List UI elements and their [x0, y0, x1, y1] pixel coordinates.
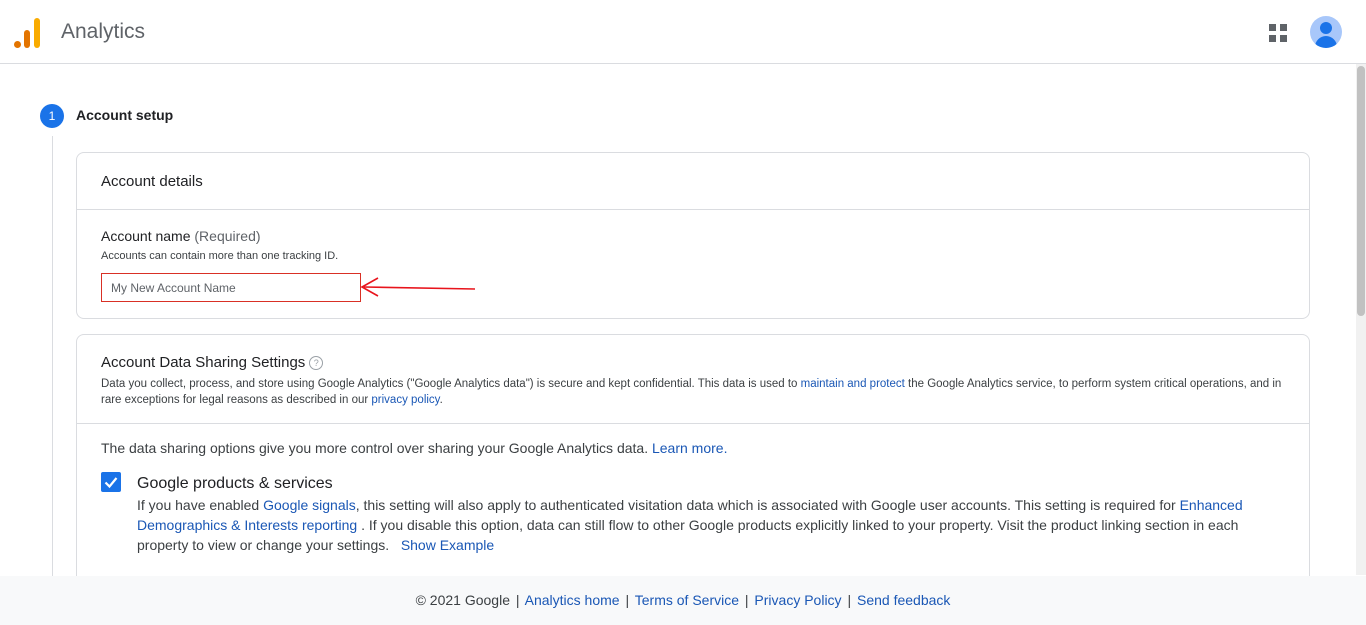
google-products-option-description: If you have enabled Google signals, this…	[137, 495, 1267, 555]
footer-separator: |	[625, 592, 630, 608]
data-sharing-title-text: Account Data Sharing Settings	[101, 354, 306, 371]
checkmark-icon	[104, 477, 118, 489]
required-marker: (Required)	[194, 228, 261, 244]
page-scrollbar[interactable]	[1356, 64, 1366, 575]
annotation-arrow-icon	[360, 277, 476, 297]
footer-separator: |	[744, 592, 749, 608]
footer-privacy-link[interactable]: Privacy Policy	[754, 592, 841, 608]
top-app-bar: Analytics	[0, 0, 1366, 64]
learn-more-link[interactable]: Learn more.	[652, 440, 727, 456]
maintain-protect-link[interactable]: maintain and protect	[801, 378, 905, 390]
footer-copyright: © 2021 Google	[415, 592, 510, 608]
data-sharing-title: Account Data Sharing Settings?	[101, 354, 324, 371]
data-sharing-description: Data you collect, process, and store usi…	[101, 376, 1291, 408]
show-example-link[interactable]: Show Example	[401, 537, 494, 553]
account-details-title: Account details	[77, 153, 1309, 210]
analytics-logo-icon[interactable]	[14, 16, 42, 48]
page-footer: © 2021 Google | Analytics home | Terms o…	[0, 576, 1366, 625]
footer-feedback-link[interactable]: Send feedback	[857, 592, 950, 608]
divider	[77, 423, 1309, 424]
account-name-label: Account name (Required)	[101, 228, 261, 244]
footer-separator: |	[847, 592, 852, 608]
scrollbar-thumb[interactable]	[1357, 66, 1365, 316]
step-number-badge: 1	[40, 104, 64, 128]
account-name-input[interactable]	[101, 273, 361, 302]
intro-text: The data sharing options give you more c…	[101, 440, 652, 456]
opt-desc-text-2: , this setting will also apply to authen…	[355, 497, 1180, 513]
data-sharing-intro: The data sharing options give you more c…	[101, 440, 727, 456]
account-name-hint: Accounts can contain more than one track…	[101, 250, 339, 262]
stepper-connector-line	[52, 136, 53, 576]
app-title[interactable]: Analytics	[61, 20, 145, 44]
privacy-policy-link[interactable]: privacy policy	[371, 394, 439, 406]
apps-grid-icon[interactable]	[1269, 24, 1287, 42]
google-products-checkbox[interactable]	[101, 472, 121, 492]
desc-text-1: Data you collect, process, and store usi…	[101, 378, 801, 390]
help-icon[interactable]: ?	[309, 356, 324, 371]
account-details-card: Account details Account name (Required) …	[76, 152, 1310, 319]
step-title: Account setup	[76, 107, 174, 123]
footer-analytics-home-link[interactable]: Analytics home	[525, 592, 620, 608]
account-avatar-icon[interactable]	[1310, 16, 1342, 48]
desc-text-3: .	[439, 394, 443, 406]
footer-separator: |	[515, 592, 520, 608]
account-name-label-text: Account name	[101, 228, 191, 244]
google-signals-link[interactable]: Google signals	[263, 497, 356, 513]
opt-desc-text-1: If you have enabled	[137, 497, 264, 513]
google-products-option-title: Google products & services	[137, 475, 333, 492]
footer-terms-link[interactable]: Terms of Service	[635, 592, 739, 608]
data-sharing-card: Account Data Sharing Settings? Data you …	[76, 334, 1310, 594]
